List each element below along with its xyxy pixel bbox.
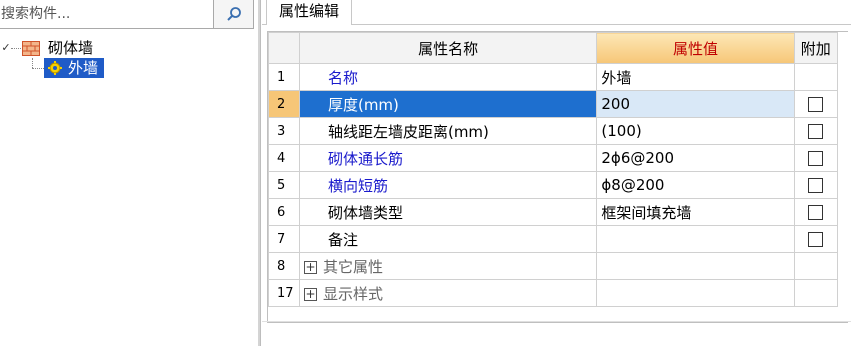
- property-name-cell[interactable]: 砌体通长筋: [298, 144, 598, 172]
- expand-plus-icon[interactable]: +: [303, 260, 317, 274]
- property-name-cell[interactable]: 横向短筋: [298, 171, 598, 199]
- search-button[interactable]: [214, 0, 254, 29]
- property-value-cell[interactable]: 2ɸ6@200: [596, 144, 795, 172]
- property-table: 属性名称 属性值 附加 1 名称 外墙 2 厚度(mm) 200 3 轴线距左墙…: [268, 32, 839, 307]
- extra-cell[interactable]: [793, 90, 839, 118]
- property-group-cell[interactable]: + 显示样式: [298, 279, 598, 307]
- row-number: 2: [268, 90, 300, 118]
- component-tree-pane: ✓ 砌体墙: [0, 0, 258, 346]
- tree-connector: [32, 58, 33, 68]
- extra-cell[interactable]: [793, 225, 839, 253]
- property-name-cell[interactable]: 备注: [298, 225, 598, 253]
- extra-checkbox[interactable]: [808, 97, 824, 112]
- extra-cell[interactable]: [793, 171, 839, 199]
- property-value-cell[interactable]: [596, 225, 795, 253]
- extra-checkbox[interactable]: [808, 178, 824, 193]
- property-name-cell[interactable]: 名称: [298, 63, 598, 91]
- property-name-cell[interactable]: 轴线距左墙皮距离(mm): [298, 117, 598, 145]
- table-row[interactable]: 6 砌体墙类型 框架间填充墙: [268, 198, 839, 226]
- search-box[interactable]: [0, 0, 214, 29]
- property-editor-pane: 属性编辑 属性名称 属性值 附加 1 名称 外墙 2 厚度(mm) 200 3 …: [262, 0, 851, 346]
- property-value-cell[interactable]: 框架间填充墙: [596, 198, 795, 226]
- brick-wall-icon: [22, 41, 40, 56]
- row-number: 5: [268, 171, 300, 199]
- tab-property-edit[interactable]: 属性编辑: [266, 0, 353, 25]
- property-value-cell[interactable]: (100): [596, 117, 795, 145]
- extra-checkbox[interactable]: [808, 232, 824, 247]
- search-input[interactable]: [1, 4, 201, 24]
- tree-node-exterior-wall[interactable]: 外墙: [44, 58, 105, 78]
- table-row[interactable]: 1 名称 外墙: [268, 63, 839, 91]
- extra-cell: [793, 63, 839, 91]
- property-name-cell[interactable]: 厚度(mm): [298, 90, 598, 118]
- extra-cell[interactable]: [793, 198, 839, 226]
- property-value-cell[interactable]: 外墙: [596, 63, 795, 91]
- grid-bottom-divider: [262, 321, 851, 322]
- tree-node-masonry-wall[interactable]: ✓ 砌体墙 外墙: [0, 38, 258, 78]
- property-name-cell[interactable]: 砌体墙类型: [298, 198, 598, 226]
- pane-splitter[interactable]: [258, 0, 261, 346]
- header-property-value[interactable]: 属性值: [596, 32, 795, 64]
- table-row[interactable]: 3 轴线距左墙皮距离(mm) (100): [268, 117, 839, 145]
- table-row[interactable]: 2 厚度(mm) 200: [268, 90, 839, 118]
- table-header-row: 属性名称 属性值 附加: [268, 32, 839, 64]
- tree-node-label: 外墙: [68, 59, 99, 77]
- table-row[interactable]: 5 横向短筋 ɸ8@200: [268, 171, 839, 199]
- header-extra[interactable]: 附加: [793, 32, 839, 64]
- row-number: 6: [268, 198, 300, 226]
- tree-connector: [32, 68, 44, 69]
- extra-checkbox[interactable]: [808, 151, 824, 166]
- header-row-number: [268, 32, 300, 64]
- property-value-cell[interactable]: 200: [596, 90, 795, 118]
- row-number: 7: [268, 225, 300, 253]
- row-number: 1: [268, 63, 300, 91]
- extra-checkbox[interactable]: [808, 205, 824, 220]
- expand-plus-icon[interactable]: +: [303, 287, 317, 301]
- extra-checkbox[interactable]: [808, 124, 824, 139]
- extra-cell: [793, 252, 839, 280]
- property-group-cell[interactable]: + 其它属性: [298, 252, 598, 280]
- table-row[interactable]: 4 砌体通长筋 2ɸ6@200: [268, 144, 839, 172]
- extra-cell[interactable]: [793, 144, 839, 172]
- row-number: 4: [268, 144, 300, 172]
- tree-node-label: 砌体墙: [48, 39, 94, 57]
- component-tree: ✓ 砌体墙 外墙: [0, 38, 258, 78]
- property-value-cell[interactable]: ɸ8@200: [596, 171, 795, 199]
- property-group-label: 其它属性: [322, 257, 383, 276]
- table-row[interactable]: 7 备注: [268, 225, 839, 253]
- extra-cell: [793, 279, 839, 307]
- tree-connector: [11, 48, 21, 49]
- row-number: 3: [268, 117, 300, 145]
- property-value-cell: [596, 252, 795, 280]
- header-property-name[interactable]: 属性名称: [298, 32, 598, 64]
- property-group-label: 显示样式: [322, 284, 383, 303]
- table-row-group[interactable]: 8 + 其它属性: [268, 252, 839, 280]
- gear-icon: [48, 61, 62, 75]
- extra-cell[interactable]: [793, 117, 839, 145]
- property-grid: 属性名称 属性值 附加 1 名称 外墙 2 厚度(mm) 200 3 轴线距左墙…: [267, 31, 848, 323]
- row-number: 8: [268, 252, 300, 280]
- property-value-cell: [596, 279, 795, 307]
- table-row-group[interactable]: 17 + 显示样式: [268, 279, 839, 307]
- search-icon: [226, 7, 241, 21]
- row-number: 17: [268, 279, 300, 307]
